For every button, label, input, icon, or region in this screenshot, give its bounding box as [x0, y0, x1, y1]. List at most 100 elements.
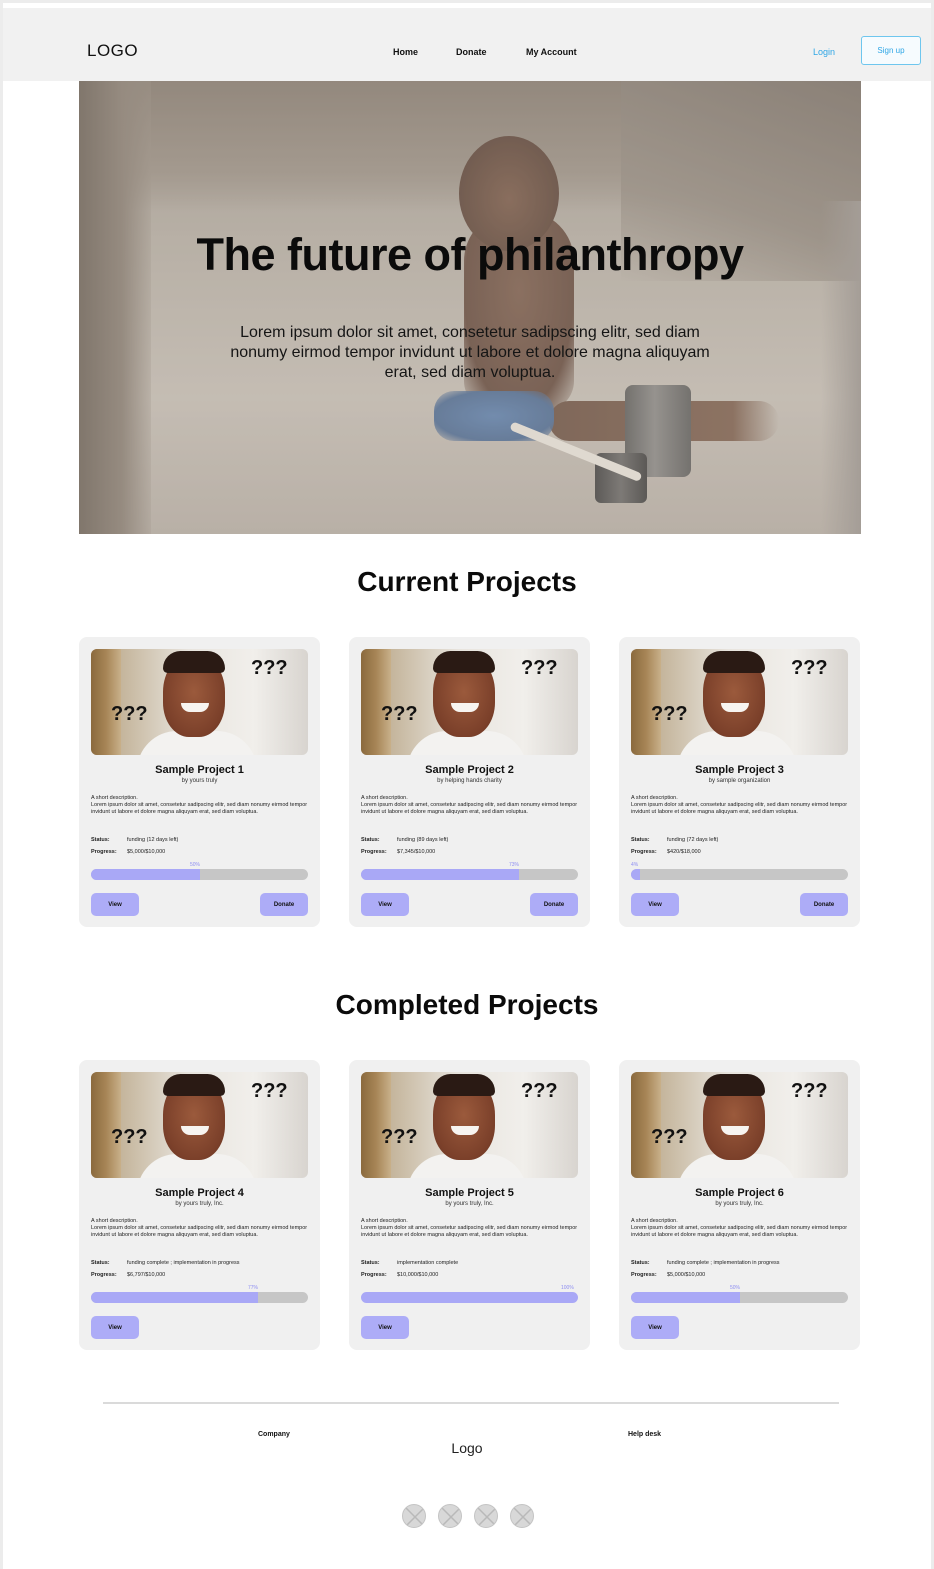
progress-label: Progress:: [361, 849, 387, 855]
status-label: Status:: [91, 837, 110, 843]
status-value: funding (89 days left): [397, 837, 449, 843]
project-status-row: Status: funding (72 days left): [631, 837, 718, 843]
nav-home[interactable]: Home: [393, 47, 418, 57]
social-icon-1[interactable]: [402, 1504, 426, 1528]
progress-percent: 50%: [190, 862, 201, 868]
question-marks: ???: [651, 703, 688, 725]
nav-my-account[interactable]: My Account: [526, 47, 577, 57]
project-image: ??????: [631, 649, 848, 755]
project-status-row: Status: funding complete ; implementation…: [631, 1260, 780, 1266]
question-marks: ???: [521, 657, 558, 679]
login-link[interactable]: Login: [813, 47, 835, 57]
question-marks: ???: [111, 703, 148, 725]
hero-photo-overlay: [79, 81, 861, 534]
project-image-hair: [433, 651, 495, 673]
progress-value: $5,000/$10,000: [127, 849, 166, 855]
project-description: A short description. Lorem ipsum dolor s…: [361, 1218, 578, 1238]
status-value: funding complete ; implementation in pro…: [667, 1260, 780, 1266]
project-card: ?????? Sample Project 3 by sample organiza…: [619, 637, 860, 927]
project-card: ?????? Sample Project 1 by yours truly A sh…: [79, 637, 320, 927]
view-button[interactable]: View: [631, 893, 679, 916]
social-icon-4[interactable]: [510, 1504, 534, 1528]
project-image: ??????: [631, 1072, 848, 1178]
project-title: Sample Project 1: [155, 764, 244, 776]
social-icon-2[interactable]: [438, 1504, 462, 1528]
view-button[interactable]: View: [91, 1316, 139, 1339]
progress-value: $7,345/$10,000: [397, 849, 436, 855]
project-title: Sample Project 2: [425, 764, 514, 776]
completed-projects-heading: Completed Projects: [335, 989, 599, 1020]
project-progress-row: Progress: $5,000/$10,000: [631, 1272, 705, 1278]
status-label: Status:: [631, 1260, 650, 1266]
project-owner: by yours truly, Inc.: [445, 1201, 494, 1207]
progress-bar: [91, 1292, 308, 1303]
question-marks: ???: [521, 1080, 558, 1102]
progress-bar: [361, 1292, 578, 1303]
project-owner: by yours truly: [181, 778, 218, 784]
project-card: ?????? Sample Project 5 by yours truly, In…: [349, 1060, 590, 1350]
progress-bar-fill: [631, 869, 640, 880]
project-owner: by yours truly, Inc.: [715, 1201, 764, 1207]
footer-logo[interactable]: Logo: [3, 1440, 931, 1456]
progress-bar: [631, 1292, 848, 1303]
project-image-hair: [703, 651, 765, 673]
status-value: implementation complete: [397, 1260, 459, 1266]
project-title: Sample Project 3: [695, 764, 784, 776]
view-button[interactable]: View: [361, 893, 409, 916]
project-description: A short description. Lorem ipsum dolor s…: [91, 1218, 308, 1238]
project-image-frame: [91, 1072, 121, 1178]
status-label: Status:: [361, 837, 380, 843]
hero-banner: The future of philanthropy Lorem ipsum d…: [79, 81, 861, 534]
project-image-hair: [703, 1074, 765, 1096]
project-progress-row: Progress: $7,345/$10,000: [361, 849, 435, 855]
question-marks: ???: [381, 703, 418, 725]
question-marks: ???: [791, 657, 828, 679]
project-progress-row: Progress: $420/$18,000: [631, 849, 701, 855]
progress-bar-fill: [361, 1292, 578, 1303]
project-title: Sample Project 6: [695, 1187, 784, 1199]
progress-label: Progress:: [631, 849, 657, 855]
progress-percent: 73%: [509, 862, 520, 868]
project-image-hair: [163, 1074, 225, 1096]
site-logo[interactable]: LOGO: [87, 41, 138, 61]
question-marks: ???: [791, 1080, 828, 1102]
progress-bar: [91, 869, 308, 880]
progress-value: $5,000/$10,000: [667, 1272, 706, 1278]
social-icon-3[interactable]: [474, 1504, 498, 1528]
progress-percent: 77%: [248, 1285, 259, 1291]
project-image: ??????: [361, 1072, 578, 1178]
project-owner: by helping hands charity: [437, 778, 502, 784]
progress-bar-fill: [361, 869, 519, 880]
signup-button[interactable]: Sign up: [861, 36, 921, 65]
question-marks: ???: [651, 1126, 688, 1148]
project-status-row: Status: funding complete ; implementation…: [91, 1260, 240, 1266]
project-status-row: Status: funding (89 days left): [361, 837, 448, 843]
project-image-frame: [631, 649, 661, 755]
project-image-frame: [361, 649, 391, 755]
view-button[interactable]: View: [631, 1316, 679, 1339]
top-navbar: LOGO Home Donate My Account Login Sign u…: [3, 8, 931, 81]
progress-label: Progress:: [91, 1272, 117, 1278]
donate-button[interactable]: Donate: [800, 893, 848, 916]
donate-button[interactable]: Donate: [530, 893, 578, 916]
view-button[interactable]: View: [91, 893, 139, 916]
status-value: funding (12 days left): [127, 837, 179, 843]
donate-button[interactable]: Donate: [260, 893, 308, 916]
project-image-frame: [631, 1072, 661, 1178]
status-value: funding (72 days left): [667, 837, 719, 843]
progress-label: Progress:: [361, 1272, 387, 1278]
footer-help-desk-link[interactable]: Help desk: [628, 1431, 661, 1438]
project-title: Sample Project 4: [155, 1187, 244, 1199]
view-button[interactable]: View: [361, 1316, 409, 1339]
footer-company-link[interactable]: Company: [258, 1431, 290, 1438]
project-title: Sample Project 5: [425, 1187, 514, 1199]
project-image-frame: [361, 1072, 391, 1178]
question-marks: ???: [381, 1126, 418, 1148]
project-status-row: Status: funding (12 days left): [91, 837, 178, 843]
progress-label: Progress:: [631, 1272, 657, 1278]
project-image: ??????: [361, 649, 578, 755]
nav-donate[interactable]: Donate: [456, 47, 487, 57]
project-progress-row: Progress: $10,000/$10,000: [361, 1272, 438, 1278]
project-card: ?????? Sample Project 2 by helping hands c…: [349, 637, 590, 927]
progress-percent: 4%: [631, 862, 639, 868]
